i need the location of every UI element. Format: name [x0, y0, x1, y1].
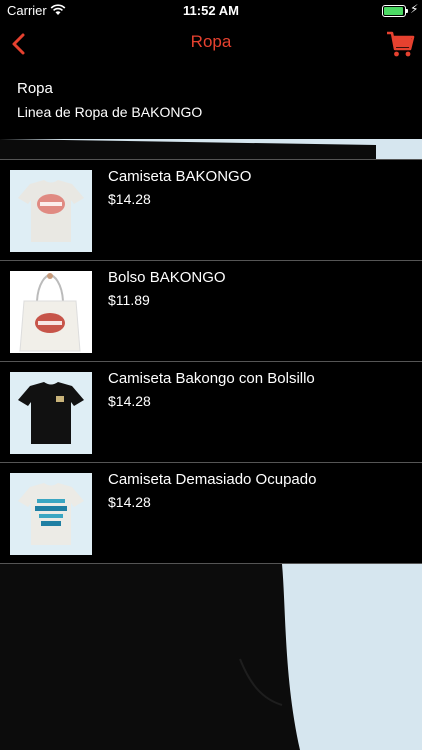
- product-row[interactable]: Camiseta BAKONGO $14.28: [0, 159, 422, 260]
- navigation-bar: Ropa: [0, 22, 422, 66]
- product-row[interactable]: Bolso BAKONGO $11.89: [0, 260, 422, 361]
- product-thumbnail: [10, 170, 92, 252]
- status-bar: Carrier 11:52 AM ⚡: [0, 0, 422, 22]
- product-name: Camiseta BAKONGO: [108, 168, 252, 185]
- product-row[interactable]: Camiseta Bakongo con Bolsillo $14.28: [0, 361, 422, 462]
- category-header: Ropa Linea de Ropa de BAKONGO: [0, 66, 422, 139]
- product-row[interactable]: Camiseta Demasiado Ocupado $14.28: [0, 462, 422, 564]
- product-price: $14.28: [108, 191, 151, 207]
- product-name: Bolso BAKONGO: [108, 269, 226, 286]
- category-title: Ropa: [17, 80, 53, 97]
- product-list: Camiseta BAKONGO $14.28 Bolso BAKONGO $1…: [0, 159, 422, 564]
- product-thumbnail: [10, 372, 92, 454]
- product-price: $11.89: [108, 292, 150, 308]
- product-thumbnail: [10, 473, 92, 555]
- product-name: Camiseta Demasiado Ocupado: [108, 471, 317, 488]
- product-thumbnail: [10, 271, 92, 353]
- category-subtitle: Linea de Ropa de BAKONGO: [17, 104, 203, 120]
- product-price: $14.28: [108, 393, 151, 409]
- charging-bolt-icon: ⚡: [410, 2, 419, 16]
- product-price: $14.28: [108, 494, 151, 510]
- nav-title: Ropa: [190, 32, 232, 51]
- battery-icon: [382, 5, 408, 17]
- product-name: Camiseta Bakongo con Bolsillo: [108, 370, 315, 387]
- clock: 11:52 AM: [183, 3, 239, 18]
- shopping-cart-icon[interactable]: [385, 29, 415, 59]
